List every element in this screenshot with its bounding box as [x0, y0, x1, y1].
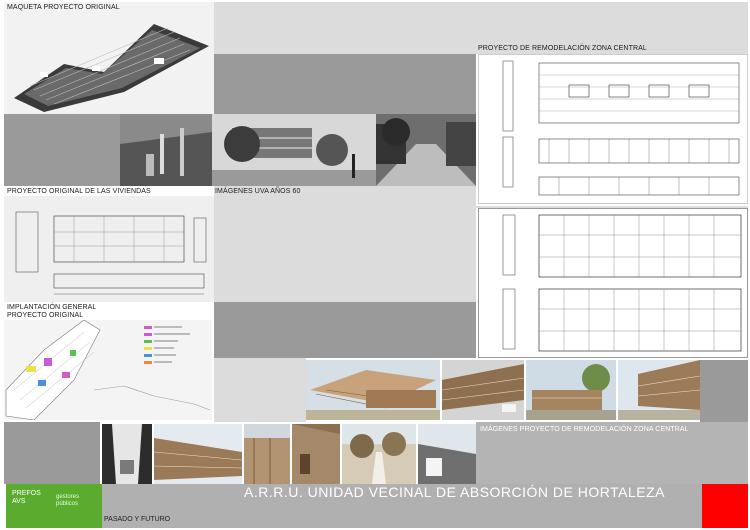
dark-band-middle	[214, 302, 476, 358]
red-accent-block	[702, 484, 748, 528]
implantacion-map	[4, 320, 212, 420]
maqueta-label: MAQUETA PROYECTO ORIGINAL	[7, 4, 120, 11]
uva-photo-1	[120, 114, 212, 186]
imagenes-remodelacion-label: IMÁGENES PROYECTO DE REMODELACIÓN ZONA C…	[480, 426, 689, 433]
uva-photo-3	[376, 114, 476, 186]
proyecto-original-plan	[4, 196, 214, 302]
logo-brand-text: PREFOS AVS	[12, 490, 41, 505]
bottom-photo-3	[244, 424, 290, 484]
maqueta-photo: MAQUETA PROYECTO ORIGINAL	[4, 2, 214, 114]
bottom-photo-6	[418, 424, 476, 484]
dark-band-1	[214, 54, 476, 114]
imagenes-uva-label: IMÁGENES UVA AÑOS 60	[215, 188, 301, 195]
dark-band-right-bottom	[700, 360, 748, 422]
footer-subtitle: PASADO Y FUTURO	[104, 516, 171, 523]
remodelacion-central-label: PROYECTO DE REMODELACIÓN ZONA CENTRAL	[478, 45, 647, 52]
footer-title: A.R.R.U. UNIDAD VECINAL DE ABSORCIÓN DE …	[244, 484, 665, 500]
bottom-photo-2	[154, 424, 242, 484]
implantacion-label: IMPLANTACIÓN GENERAL PROYECTO ORIGINAL	[7, 304, 97, 319]
bottom-photo-5	[342, 424, 416, 484]
bottom-photo-1	[102, 424, 152, 484]
render-1	[306, 360, 440, 420]
light-band-bottom-left	[214, 358, 306, 422]
remodelacion-plan-bottom	[478, 208, 748, 358]
remodelacion-plan-top	[478, 54, 748, 204]
render-2	[442, 360, 524, 420]
proyecto-original-viviendas-label: PROYECTO ORIGINAL DE LAS VIVIENDAS	[7, 188, 151, 195]
render-3	[526, 360, 616, 420]
bottom-photo-4	[292, 424, 340, 484]
light-band-middle	[214, 186, 476, 302]
render-4	[618, 360, 700, 420]
logo-subtext: gestores públicos	[56, 494, 80, 507]
prefos-avs-logo: PREFOS AVS gestores públicos	[6, 484, 102, 528]
dark-band-left	[4, 114, 120, 186]
uva-photo-2	[212, 114, 376, 186]
dark-band-bottom	[4, 422, 100, 484]
